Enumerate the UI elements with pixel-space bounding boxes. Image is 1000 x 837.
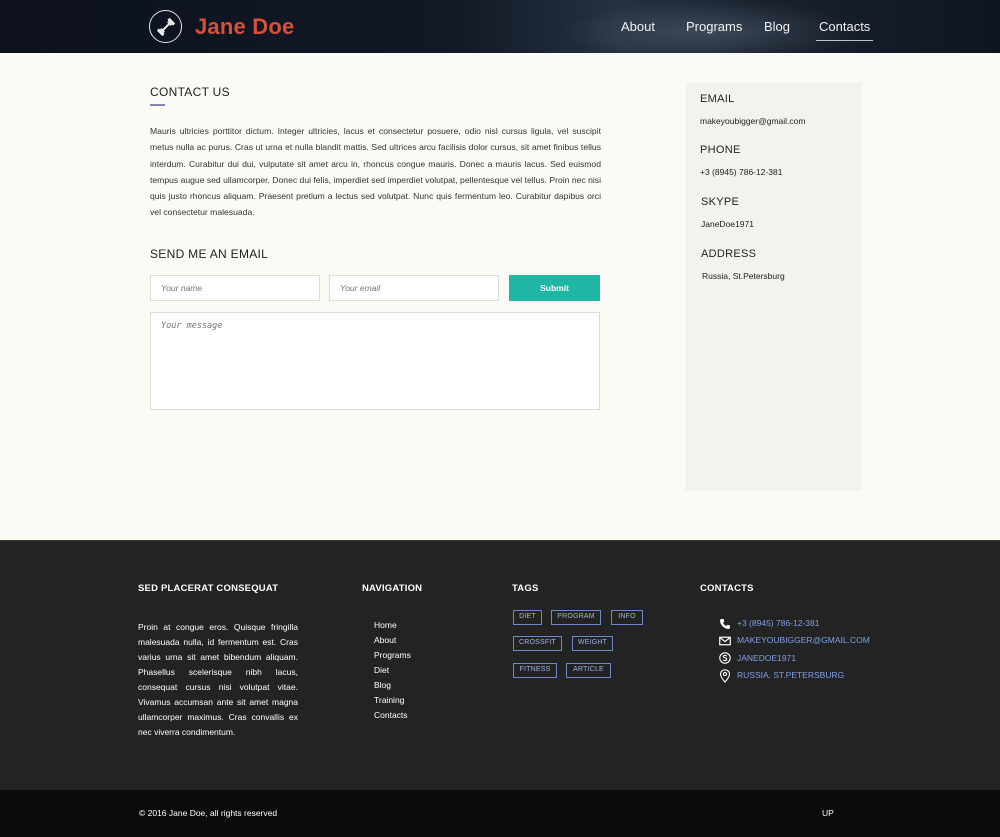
footer-nav-training[interactable]: Training [374,695,404,705]
contact-us-title: CONTACT US [150,85,230,99]
tag-article[interactable]: ARTICLE [566,663,611,678]
tag-info[interactable]: INFO [611,610,643,625]
skype-label: SKYPE [701,196,740,208]
footer-nav-title: NAVIGATION [362,583,423,594]
email-value: makeyoubigger@gmail.com [700,116,806,126]
tag-fitness[interactable]: FITNESS [513,663,557,678]
phone-value: +3 (8945) 786-12-381 [700,167,783,177]
phone-icon [720,619,730,629]
tag-program[interactable]: PROGRAM [551,610,601,625]
nav-blog[interactable]: Blog [764,19,790,34]
nav-about[interactable]: About [621,19,655,34]
skype-value: JaneDoe1971 [701,219,754,229]
footer-tags-title: TAGS [512,583,539,594]
location-pin-icon [719,669,731,683]
footer-nav-programs[interactable]: Programs [374,650,411,660]
footer-about-title: SED PLACERAT CONSEQUAT [138,583,279,594]
nav-contacts[interactable]: Contacts [815,19,874,41]
site-header: Jane Doe About Programs Blog Contacts [0,0,1000,53]
email-label: EMAIL [700,93,735,105]
tag-diet[interactable]: DIET [513,610,542,625]
skype-icon [719,652,731,664]
message-textarea[interactable] [150,312,600,410]
footer-phone-link[interactable]: +3 (8945) 786-12-381 [737,618,819,628]
copyright-text: © 2016 Jane Doe, all rights reserved [139,808,278,818]
footer-nav-blog[interactable]: Blog [374,680,391,690]
footer-email-link[interactable]: MAKEYOUBIGGER@GMAIL.COM [737,635,870,645]
footer-nav-home[interactable]: Home [374,620,397,630]
address-value: Russia, St.Petersburg [702,271,785,281]
footer-nav-about[interactable]: About [374,635,396,645]
tag-crossfit[interactable]: CROSSFIT [513,636,562,651]
contact-intro-text: Mauris ultricies porttitor dictum. Integ… [150,126,601,218]
footer-skype-link[interactable]: JANEDOE1971 [737,653,796,663]
send-email-title: SEND ME AN EMAIL [150,247,269,261]
footer-nav-diet[interactable]: Diet [374,665,389,675]
footer-nav-contacts[interactable]: Contacts [374,710,408,720]
title-underline [150,104,165,106]
email-input[interactable] [329,275,499,301]
tag-weight[interactable]: WEIGHT [572,636,613,651]
name-input[interactable] [150,275,320,301]
site-logo-text[interactable]: Jane Doe [195,14,294,40]
scroll-up-link[interactable]: UP [822,808,834,818]
footer-about-text: Proin at congue eros. Quisque fringilla … [138,622,298,737]
nav-programs[interactable]: Programs [686,19,742,34]
dumbbell-logo-icon[interactable] [149,10,182,43]
phone-label: PHONE [700,144,741,156]
address-label: ADDRESS [701,248,757,260]
footer-contacts-title: CONTACTS [700,583,754,594]
footer-address-link[interactable]: RUSSIA, ST.PETERSBURG [737,670,844,680]
submit-button[interactable]: Submit [509,275,600,301]
envelope-icon [719,636,731,646]
